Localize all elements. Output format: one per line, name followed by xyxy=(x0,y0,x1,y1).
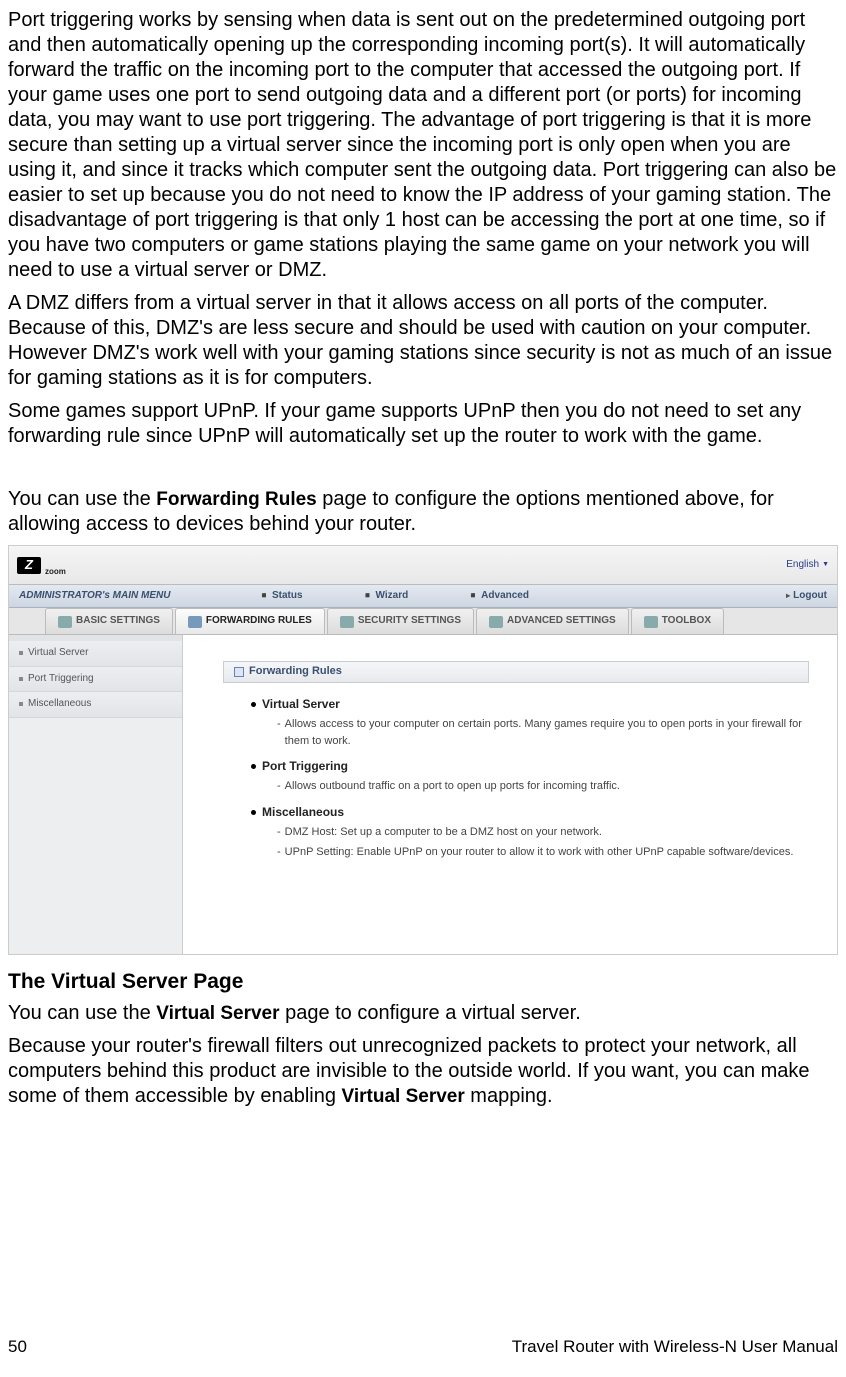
paragraph-dmz: A DMZ differs from a virtual server in t… xyxy=(8,291,838,391)
rule-virtual-server: Virtual Server xyxy=(251,697,809,712)
sidebar-label: Miscellaneous xyxy=(28,698,91,711)
tab-advanced-settings[interactable]: ADVANCED SETTINGS xyxy=(476,608,629,634)
menu-advanced[interactable]: ◾Advanced xyxy=(468,590,529,603)
bullet-icon xyxy=(251,764,256,769)
text-fragment: page to configure a virtual server. xyxy=(280,1002,581,1024)
tab-label: TOOLBOX xyxy=(662,615,711,628)
sidebar-item-port-triggering[interactable]: Port Triggering xyxy=(9,667,182,693)
rule-desc-text: Allows outbound traffic on a port to ope… xyxy=(285,778,620,795)
heading-virtual-server-page: The Virtual Server Page xyxy=(8,969,838,995)
bold-virtual-server-2: Virtual Server xyxy=(342,1086,465,1107)
tab-security-settings[interactable]: SECURITY SETTINGS xyxy=(327,608,474,634)
paragraph-forwarding-intro: You can use the Forwarding Rules page to… xyxy=(8,487,838,537)
panel-title: Forwarding Rules xyxy=(249,665,342,679)
tab-label: SECURITY SETTINGS xyxy=(358,615,461,628)
content-panel: Forwarding Rules Virtual Server -Allows … xyxy=(183,635,837,954)
rule-title-text: Port Triggering xyxy=(262,759,348,774)
paragraph-vs-firewall: Because your router's firewall filters o… xyxy=(8,1034,838,1109)
page-footer: 50 Travel Router with Wireless-N User Ma… xyxy=(8,1336,838,1357)
tab-icon xyxy=(188,616,202,628)
menu-label: Wizard xyxy=(376,590,409,603)
logo-z-icon: Z xyxy=(17,557,41,574)
rule-desc: -UPnP Setting: Enable UPnP on your route… xyxy=(251,844,809,861)
text-fragment: You can use the xyxy=(8,1002,156,1024)
bold-forwarding-rules: Forwarding Rules xyxy=(156,489,316,510)
tab-label: FORWARDING RULES xyxy=(206,615,312,628)
tab-toolbox[interactable]: TOOLBOX xyxy=(631,608,724,634)
bullet-icon xyxy=(19,677,23,681)
rule-port-triggering: Port Triggering xyxy=(251,759,809,774)
bullet-icon xyxy=(251,702,256,707)
rule-title-text: Miscellaneous xyxy=(262,805,344,820)
panel-icon xyxy=(234,667,244,677)
rule-desc: -Allows outbound traffic on a port to op… xyxy=(251,778,809,795)
tab-icon xyxy=(58,616,72,628)
arrow-icon: ▸ xyxy=(786,591,790,601)
sidebar-item-virtual-server[interactable]: Virtual Server xyxy=(9,641,182,667)
chevron-down-icon: ▼ xyxy=(822,561,829,570)
router-admin-screenshot: Z zoom English ▼ ADMINISTRATOR's MAIN ME… xyxy=(8,545,838,955)
sidebar: Virtual Server Port Triggering Miscellan… xyxy=(9,635,183,954)
menu-label: Status xyxy=(272,590,303,603)
tab-icon xyxy=(644,616,658,628)
bullet-icon xyxy=(19,702,23,706)
paragraph-vs-intro: You can use the Virtual Server page to c… xyxy=(8,1001,838,1026)
menu-label: Logout xyxy=(793,590,827,603)
menu-status[interactable]: ◾Status xyxy=(259,590,303,603)
paragraph-upnp: Some games support UPnP. If your game su… xyxy=(8,399,838,449)
text-fragment: You can use the xyxy=(8,488,156,510)
tab-basic-settings[interactable]: BASIC SETTINGS xyxy=(45,608,173,634)
rule-miscellaneous: Miscellaneous xyxy=(251,805,809,820)
rule-desc-text: DMZ Host: Set up a computer to be a DMZ … xyxy=(285,824,602,841)
page-number: 50 xyxy=(8,1336,27,1357)
bullet-icon xyxy=(251,810,256,815)
bullet-icon xyxy=(19,651,23,655)
rule-desc-text: Allows access to your computer on certai… xyxy=(285,716,809,749)
logo-text: zoom xyxy=(45,567,66,577)
menu-logout[interactable]: ▸Logout xyxy=(786,590,827,603)
doc-title: Travel Router with Wireless-N User Manua… xyxy=(512,1336,838,1357)
rule-title-text: Virtual Server xyxy=(262,697,340,712)
tab-forwarding-rules[interactable]: FORWARDING RULES xyxy=(175,608,325,634)
tab-bar: BASIC SETTINGS FORWARDING RULES SECURITY… xyxy=(9,608,837,635)
language-label: English xyxy=(786,559,819,572)
bold-virtual-server: Virtual Server xyxy=(156,1003,279,1024)
language-selector[interactable]: English ▼ xyxy=(786,559,829,572)
menu-label: Advanced xyxy=(481,590,529,603)
tab-icon xyxy=(489,616,503,628)
tab-icon xyxy=(340,616,354,628)
main-menu-title: ADMINISTRATOR's MAIN MENU xyxy=(19,590,259,603)
rule-desc-text: UPnP Setting: Enable UPnP on your router… xyxy=(285,844,794,861)
tab-label: BASIC SETTINGS xyxy=(76,615,160,628)
rule-desc: -DMZ Host: Set up a computer to be a DMZ… xyxy=(251,824,809,841)
sidebar-label: Virtual Server xyxy=(28,647,88,660)
sidebar-item-miscellaneous[interactable]: Miscellaneous xyxy=(9,692,182,718)
topbar: Z zoom English ▼ xyxy=(9,546,837,585)
rule-desc: -Allows access to your computer on certa… xyxy=(251,716,809,749)
panel-header: Forwarding Rules xyxy=(223,661,809,683)
paragraph-port-triggering: Port triggering works by sensing when da… xyxy=(8,8,838,283)
tab-label: ADVANCED SETTINGS xyxy=(507,615,616,628)
main-menu-bar: ADMINISTRATOR's MAIN MENU ◾Status ◾Wizar… xyxy=(9,585,837,608)
menu-wizard[interactable]: ◾Wizard xyxy=(363,590,409,603)
sidebar-label: Port Triggering xyxy=(28,673,94,686)
text-fragment: mapping. xyxy=(465,1085,553,1107)
